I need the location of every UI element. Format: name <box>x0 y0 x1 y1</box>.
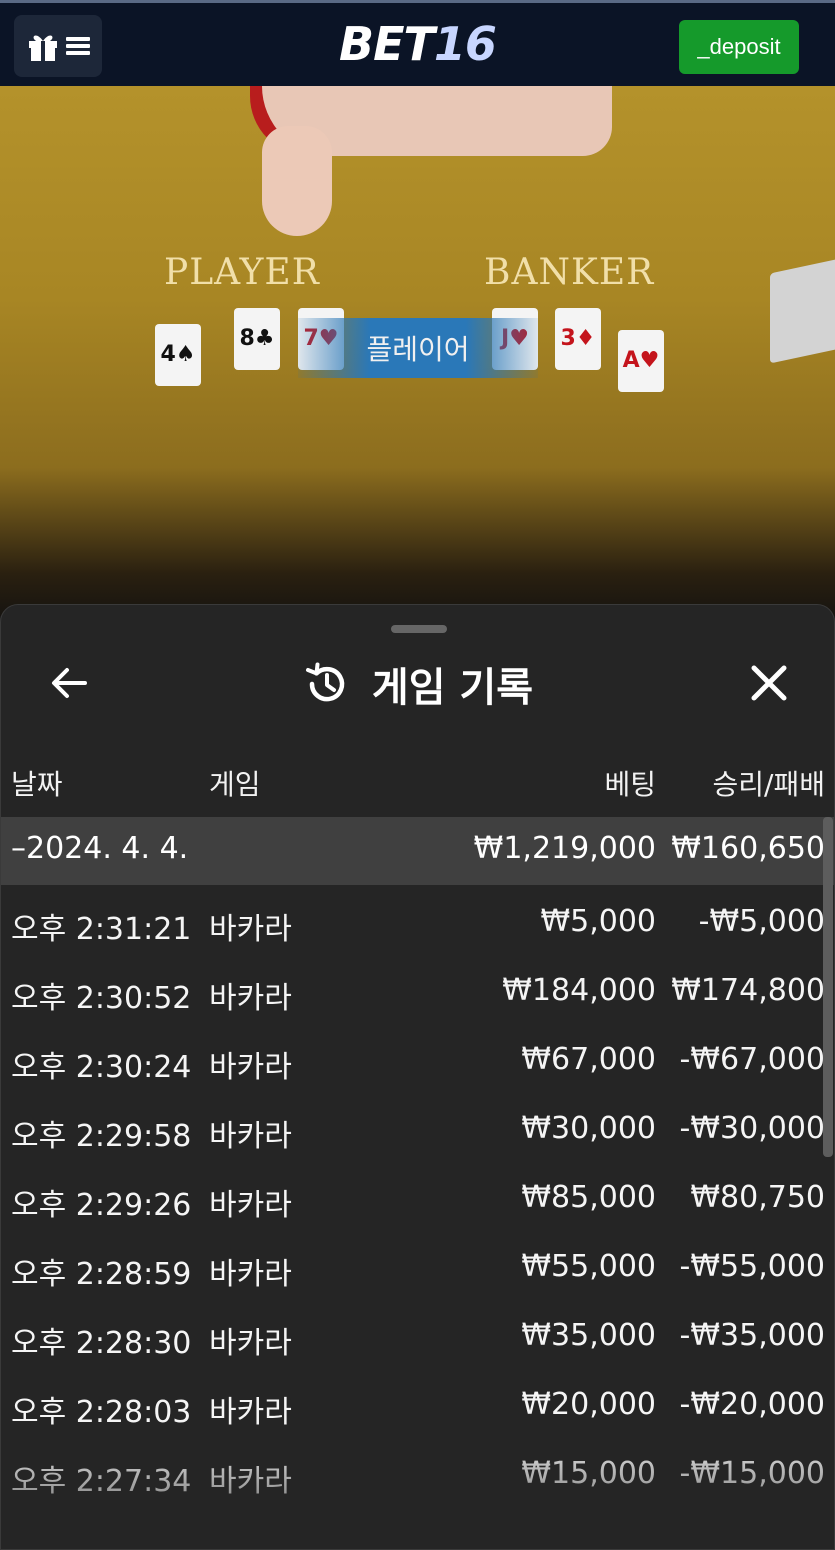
logo-number: 16 <box>433 17 497 71</box>
row-bet: ₩30,000 <box>521 1111 656 1146</box>
card-shoe <box>770 258 835 364</box>
row-result: -₩20,000 <box>679 1387 825 1422</box>
history-icon <box>305 662 345 702</box>
history-row[interactable]: 오후 2:31:21 바카라 ₩5,000 -₩5,000 <box>1 890 834 959</box>
round-result-banner: 플레이어 <box>298 318 538 378</box>
banker-label: BANKER <box>484 252 655 293</box>
history-row[interactable]: 오후 2:28:59 바카라 ₩55,000 -₩55,000 <box>1 1235 834 1304</box>
row-time: 오후 2:31:21 <box>11 912 192 947</box>
row-game: 바카라 <box>209 1119 292 1154</box>
summary-date: –2024. 4. 4. <box>11 831 189 866</box>
history-row[interactable]: 오후 2:29:58 바카라 ₩30,000 -₩30,000 <box>1 1097 834 1166</box>
row-bet: ₩35,000 <box>521 1318 656 1353</box>
history-row[interactable]: 오후 2:28:30 바카라 ₩35,000 -₩35,000 <box>1 1304 834 1373</box>
history-row[interactable]: 오후 2:27:34 바카라 ₩15,000 -₩15,000 <box>1 1442 834 1511</box>
column-bet: 베팅 <box>604 768 656 801</box>
live-dealer-video: PLAYER BANKER 4♠ 8♣ 7♥ J♥ 3♦ A♥ 플레이어 <box>0 86 835 616</box>
row-time: 오후 2:30:52 <box>11 981 192 1016</box>
player-label: PLAYER <box>164 252 320 293</box>
player-card-2: 8♣ <box>234 308 280 370</box>
deposit-button[interactable]: _deposit <box>679 20 799 74</box>
row-time: 오후 2:29:26 <box>11 1188 192 1223</box>
player-card-1: 4♠ <box>155 324 201 386</box>
row-time: 오후 2:28:30 <box>11 1326 192 1361</box>
row-game: 바카라 <box>209 1395 292 1430</box>
column-result: 승리/패배 <box>712 768 825 801</box>
row-bet: ₩55,000 <box>521 1249 656 1284</box>
row-game: 바카라 <box>209 1464 292 1499</box>
sheet-drag-handle[interactable] <box>391 625 447 633</box>
game-history-sheet: 게임 기록 날짜 게임 베팅 승리/패배 –2024. 4. 4. ₩1,219… <box>0 604 835 1550</box>
dealer-hand <box>262 126 332 236</box>
close-icon <box>751 665 787 701</box>
summary-bet: ₩1,219,000 <box>473 831 656 866</box>
column-game: 게임 <box>209 768 261 801</box>
row-bet: ₩85,000 <box>521 1180 656 1215</box>
row-bet: ₩184,000 <box>502 973 656 1008</box>
top-bar: BET16 _deposit <box>0 0 835 86</box>
close-button[interactable] <box>747 661 791 705</box>
history-row[interactable]: 오후 2:28:03 바카라 ₩20,000 -₩20,000 <box>1 1373 834 1442</box>
row-result: -₩30,000 <box>679 1111 825 1146</box>
history-row[interactable]: 오후 2:30:52 바카라 ₩184,000 ₩174,800 <box>1 959 834 1028</box>
sheet-header: 게임 기록 <box>1 645 834 725</box>
table-header: 날짜 게임 베팅 승리/패배 <box>1 755 834 807</box>
row-result: ₩174,800 <box>671 973 825 1008</box>
row-bet: ₩20,000 <box>521 1387 656 1422</box>
sheet-title: 게임 기록 <box>371 665 534 711</box>
row-result: -₩35,000 <box>679 1318 825 1353</box>
row-game: 바카라 <box>209 1326 292 1361</box>
row-result: -₩15,000 <box>679 1456 825 1491</box>
row-result: -₩55,000 <box>679 1249 825 1284</box>
row-bet: ₩67,000 <box>521 1042 656 1077</box>
row-game: 바카라 <box>209 1050 292 1085</box>
row-bet: ₩5,000 <box>540 904 656 939</box>
column-date: 날짜 <box>11 768 63 801</box>
banker-card-2: 3♦ <box>555 308 601 370</box>
row-result: -₩5,000 <box>698 904 825 939</box>
summary-result: ₩160,650 <box>671 831 825 866</box>
banker-card-3: A♥ <box>618 330 664 392</box>
row-game: 바카라 <box>209 1188 292 1223</box>
history-row[interactable]: 오후 2:30:24 바카라 ₩67,000 -₩67,000 <box>1 1028 834 1097</box>
history-row[interactable]: 오후 2:29:26 바카라 ₩85,000 ₩80,750 <box>1 1166 834 1235</box>
scrollbar[interactable] <box>823 817 833 1157</box>
row-time: 오후 2:30:24 <box>11 1050 192 1085</box>
row-time: 오후 2:29:58 <box>11 1119 192 1154</box>
row-time: 오후 2:28:03 <box>11 1395 192 1430</box>
sheet-title-group: 게임 기록 <box>1 655 834 713</box>
row-game: 바카라 <box>209 1257 292 1292</box>
row-bet: ₩15,000 <box>521 1456 656 1491</box>
date-summary-row[interactable]: –2024. 4. 4. ₩1,219,000 ₩160,650 <box>1 817 834 885</box>
row-game: 바카라 <box>209 912 292 947</box>
row-game: 바카라 <box>209 981 292 1016</box>
logo-text: BET <box>339 17 435 71</box>
row-time: 오후 2:27:34 <box>11 1464 192 1499</box>
row-result: ₩80,750 <box>690 1180 825 1215</box>
row-time: 오후 2:28:59 <box>11 1257 192 1292</box>
row-result: -₩67,000 <box>679 1042 825 1077</box>
